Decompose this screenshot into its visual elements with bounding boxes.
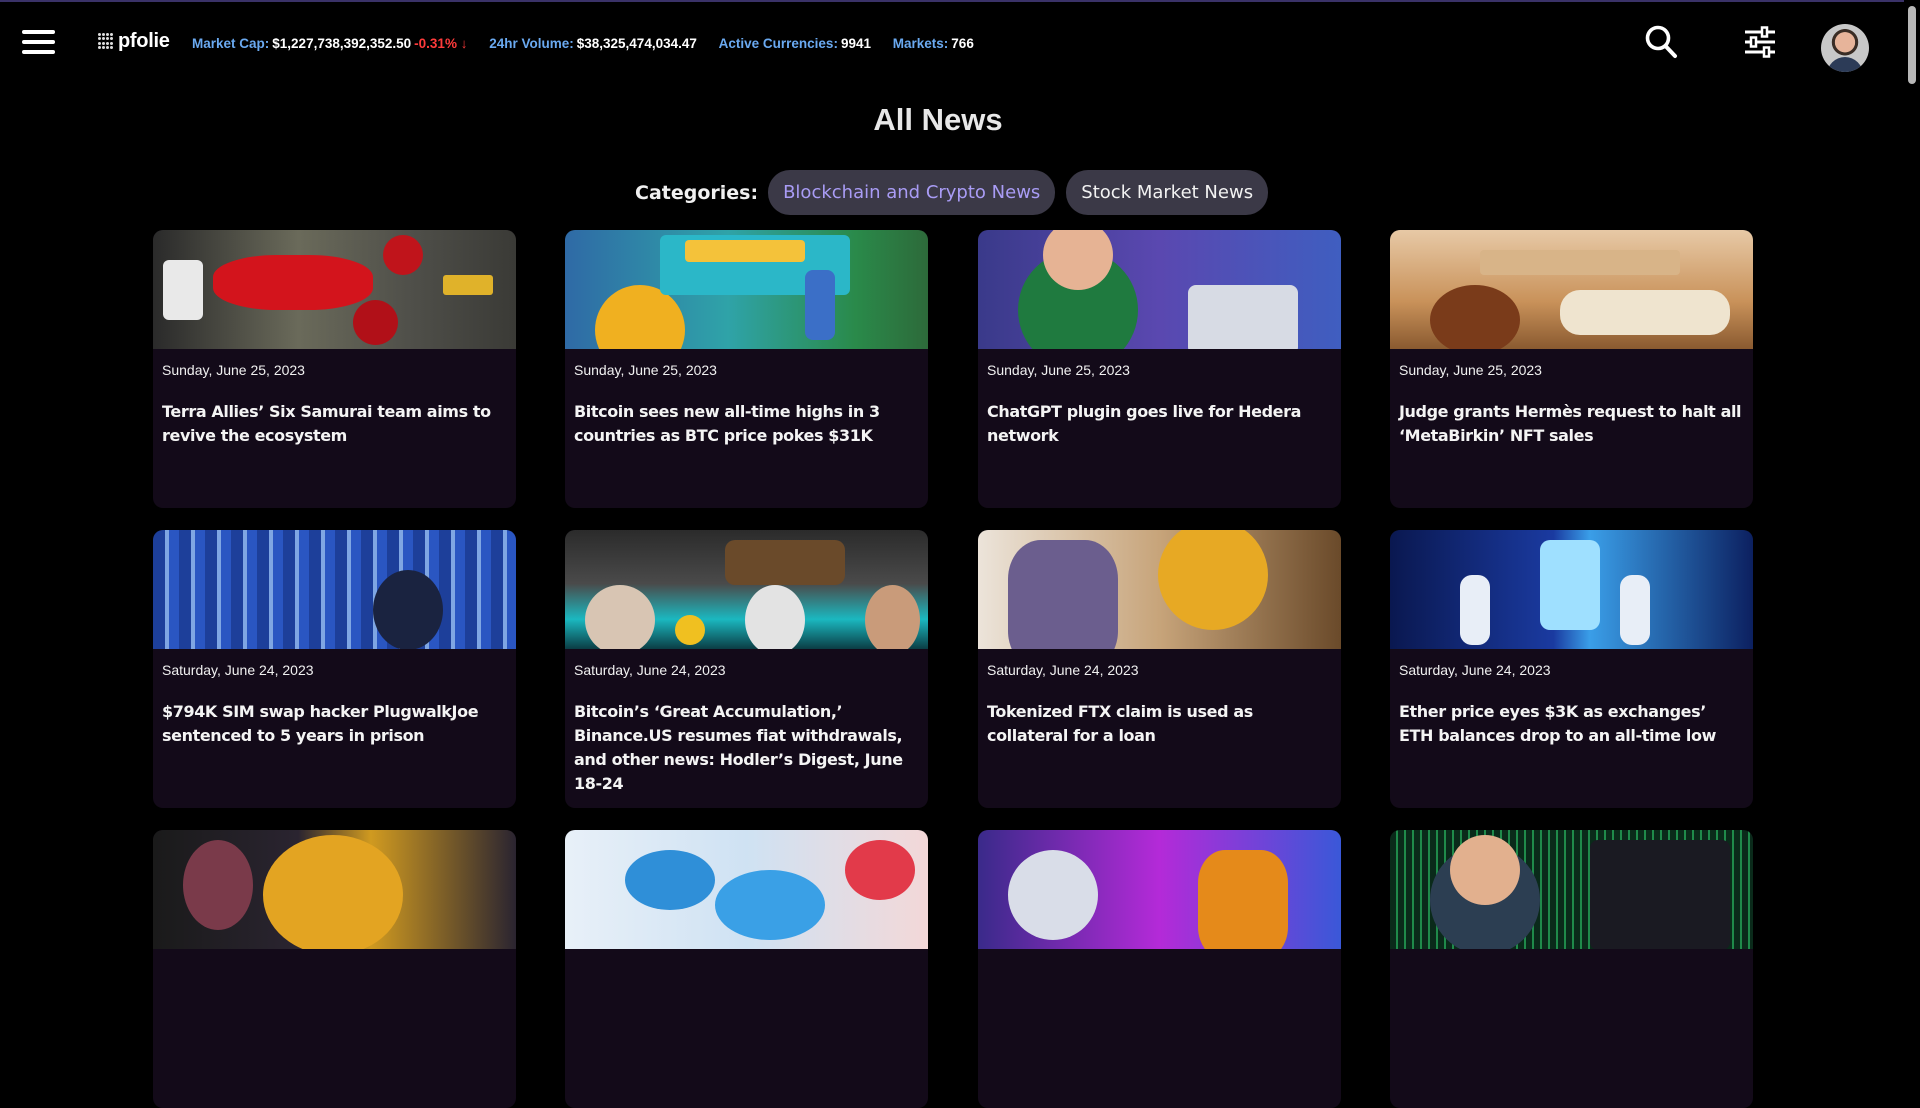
markets-value: 766: [951, 36, 974, 51]
news-thumbnail: [153, 530, 516, 649]
news-date: Sunday, June 25, 2023: [574, 362, 717, 378]
news-title[interactable]: Tokenized FTX claim is used as collatera…: [987, 700, 1332, 748]
news-thumbnail: [1390, 830, 1753, 949]
news-date: Sunday, June 25, 2023: [1399, 362, 1542, 378]
categories-label: Categories:: [635, 181, 759, 204]
news-thumbnail: [978, 230, 1341, 349]
news-title[interactable]: Terra Allies’ Six Samurai team aims to r…: [162, 400, 507, 448]
currencies-stat: Active Currencies: 9941: [719, 36, 871, 51]
markets-label: Markets:: [892, 36, 949, 51]
news-card[interactable]: Saturday, June 24, 2023 $794K SIM swap h…: [153, 530, 516, 808]
news-thumbnail: [153, 830, 516, 949]
news-card[interactable]: Sunday, June 25, 2023 Terra Allies’ Six …: [153, 230, 516, 508]
news-date: Sunday, June 25, 2023: [162, 362, 305, 378]
market-cap-stat: Market Cap: $1,227,738,392,352.50 -0.31% ↓: [192, 36, 467, 51]
news-card[interactable]: Sunday, June 25, 2023 ChatGPT plugin goe…: [978, 230, 1341, 508]
top-header: pfolie Market Cap: $1,227,738,392,352.50-…: [0, 2, 1904, 82]
volume-label: 24hr Volume:: [489, 36, 574, 51]
news-card[interactable]: [153, 830, 516, 1108]
search-icon[interactable]: [1644, 24, 1678, 60]
news-card[interactable]: [1390, 830, 1753, 1108]
news-thumbnail: [565, 530, 928, 649]
page-title: All News: [873, 102, 1003, 137]
category-filter: Categories: Blockchain and Crypto News S…: [635, 170, 1279, 215]
volume-stat: 24hr Volume: $38,325,474,034.47: [489, 36, 697, 51]
news-thumbnail: [565, 230, 928, 349]
currencies-label: Active Currencies:: [718, 36, 838, 51]
news-card[interactable]: Sunday, June 25, 2023 Bitcoin sees new a…: [565, 230, 928, 508]
news-card[interactable]: Sunday, June 25, 2023 Judge grants Hermè…: [1390, 230, 1753, 508]
market-cap-change: -0.31% ↓: [414, 36, 468, 51]
news-date: Saturday, June 24, 2023: [162, 662, 314, 678]
currencies-value: 9941: [840, 36, 871, 51]
news-card[interactable]: Saturday, June 24, 2023 Ether price eyes…: [1390, 530, 1753, 808]
news-card[interactable]: [565, 830, 928, 1108]
news-title[interactable]: $794K SIM swap hacker PlugwalkJoe senten…: [162, 700, 507, 748]
user-avatar[interactable]: [1821, 24, 1869, 72]
logo-text: pfolie: [118, 29, 170, 52]
news-title[interactable]: Judge grants Hermès request to halt all …: [1399, 400, 1744, 448]
volume-value: $38,325,474,034.47: [576, 36, 697, 51]
news-title[interactable]: Bitcoin sees new all-time highs in 3 cou…: [574, 400, 919, 448]
logo[interactable]: pfolie: [98, 29, 170, 53]
news-thumbnail: [153, 230, 516, 349]
news-card[interactable]: [978, 830, 1341, 1108]
news-card[interactable]: Saturday, June 24, 2023 Bitcoin’s ‘Great…: [565, 530, 928, 808]
news-thumbnail: [1390, 530, 1753, 649]
news-thumbnail: [978, 830, 1341, 949]
chip-blockchain-crypto-news[interactable]: Blockchain and Crypto News: [768, 170, 1056, 215]
news-title[interactable]: Bitcoin’s ‘Great Accumulation,’ Binance.…: [574, 700, 919, 796]
news-date: Saturday, June 24, 2023: [574, 662, 726, 678]
news-title[interactable]: ChatGPT plugin goes live for Hedera netw…: [987, 400, 1332, 448]
news-date: Saturday, June 24, 2023: [1399, 662, 1551, 678]
logo-dots-icon: [98, 33, 114, 49]
market-cap-label: Market Cap:: [192, 36, 270, 51]
news-date: Sunday, June 25, 2023: [987, 362, 1130, 378]
markets-stat: Markets: 766: [893, 36, 974, 51]
market-stats: Market Cap: $1,227,738,392,352.50 -0.31% ↓…: [192, 36, 992, 51]
news-date: Saturday, June 24, 2023: [987, 662, 1139, 678]
filter-sliders-icon[interactable]: [1744, 26, 1776, 58]
news-title[interactable]: Ether price eyes $3K as exchanges’ ETH b…: [1399, 700, 1744, 748]
chip-stock-market-news[interactable]: Stock Market News: [1066, 170, 1269, 215]
news-thumbnail: [565, 830, 928, 949]
market-cap-value: $1,227,738,392,352.50: [272, 36, 412, 51]
news-thumbnail: [1390, 230, 1753, 349]
scrollbar-thumb[interactable]: [1908, 6, 1916, 84]
page-scrollbar[interactable]: [1904, 0, 1920, 952]
news-card[interactable]: Saturday, June 24, 2023 Tokenized FTX cl…: [978, 530, 1341, 808]
news-thumbnail: [978, 530, 1341, 649]
menu-icon[interactable]: [22, 30, 55, 54]
